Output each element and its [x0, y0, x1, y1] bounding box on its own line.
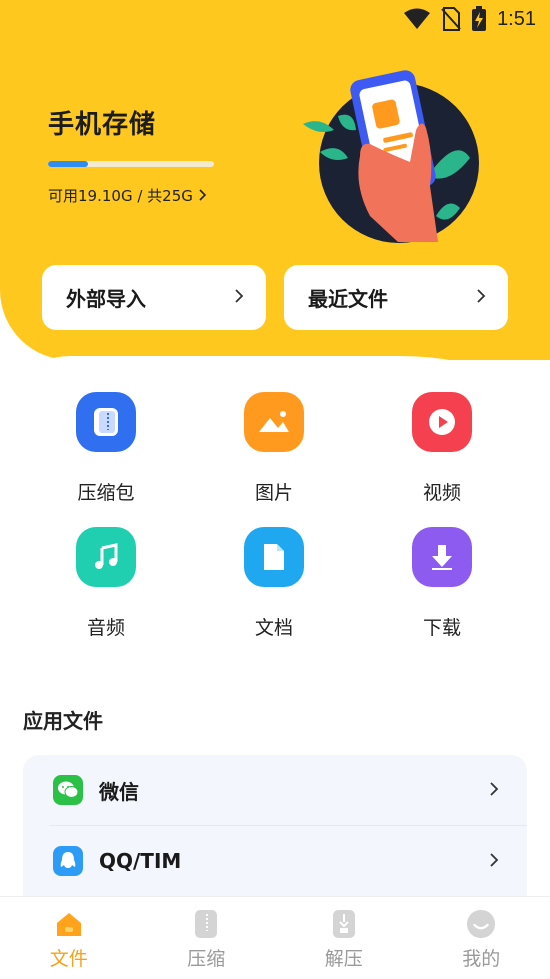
wifi-icon [403, 8, 431, 30]
import-external-label: 外部导入 [66, 287, 146, 311]
category-images[interactable]: 图片 [190, 392, 358, 504]
phone-illustration [298, 66, 488, 246]
download-icon [412, 527, 472, 587]
storage-info-link[interactable]: 可用19.10G / 共25G [48, 185, 207, 206]
document-icon [244, 527, 304, 587]
compress-icon [191, 909, 221, 939]
play-icon [412, 392, 472, 452]
category-audio[interactable]: 音频 [22, 527, 190, 639]
category-documents-label: 文档 [254, 617, 293, 639]
status-time: 1:51 [497, 7, 536, 30]
app-files-title: 应用文件 [23, 709, 103, 733]
zip-icon [76, 392, 136, 452]
nav-compress-label: 压缩 [187, 948, 226, 970]
nav-profile-label: 我的 [462, 948, 501, 970]
category-downloads-label: 下载 [422, 617, 461, 639]
category-video[interactable]: 视频 [358, 392, 526, 504]
category-video-label: 视频 [422, 482, 461, 504]
storage-title[interactable]: 手机存储 [48, 104, 156, 141]
app-name-qq: QQ/TIM [99, 849, 182, 873]
recent-files-label: 最近文件 [308, 287, 388, 311]
nav-extract[interactable]: 解压 [275, 897, 413, 979]
nav-compress[interactable]: 压缩 [138, 897, 276, 979]
category-audio-label: 音频 [86, 617, 125, 639]
category-documents[interactable]: 文档 [190, 527, 358, 639]
category-images-label: 图片 [254, 482, 293, 504]
chevron-right-icon [490, 852, 499, 871]
extract-icon [329, 909, 359, 939]
home-icon [54, 909, 84, 939]
app-files-list: 微信 QQ/TIM [23, 755, 527, 915]
nav-extract-label: 解压 [324, 948, 363, 970]
storage-info-text: 可用19.10G / 共25G [48, 187, 193, 205]
wechat-icon [53, 775, 83, 805]
chevron-right-icon [199, 187, 207, 205]
qq-icon [53, 846, 83, 876]
import-external-button[interactable]: 外部导入 [42, 265, 266, 330]
category-zip[interactable]: 压缩包 [22, 392, 190, 504]
profile-icon [466, 909, 496, 939]
app-row-wechat[interactable]: 微信 [23, 755, 527, 825]
nav-profile[interactable]: 我的 [413, 897, 550, 979]
status-bar: 1:51 [0, 0, 550, 38]
chevron-right-icon [490, 781, 499, 800]
recent-files-button[interactable]: 最近文件 [284, 265, 508, 330]
bottom-nav: 文件 压缩 解压 我的 [0, 896, 550, 979]
chevron-right-icon [235, 288, 244, 307]
nav-files[interactable]: 文件 [0, 897, 138, 979]
storage-progress-fill [48, 161, 88, 167]
category-grid: 压缩包 图片 视频 音频 文档 下载 [22, 392, 528, 639]
category-zip-label: 压缩包 [77, 482, 135, 504]
storage-progress-bar [48, 161, 214, 167]
app-row-qq[interactable]: QQ/TIM [23, 826, 527, 896]
app-name-wechat: 微信 [99, 779, 139, 804]
no-sim-icon [441, 7, 461, 31]
nav-files-label: 文件 [49, 948, 88, 970]
music-icon [76, 527, 136, 587]
battery-charging-icon [471, 6, 487, 32]
category-downloads[interactable]: 下载 [358, 527, 526, 639]
chevron-right-icon [477, 288, 486, 307]
image-icon [244, 392, 304, 452]
